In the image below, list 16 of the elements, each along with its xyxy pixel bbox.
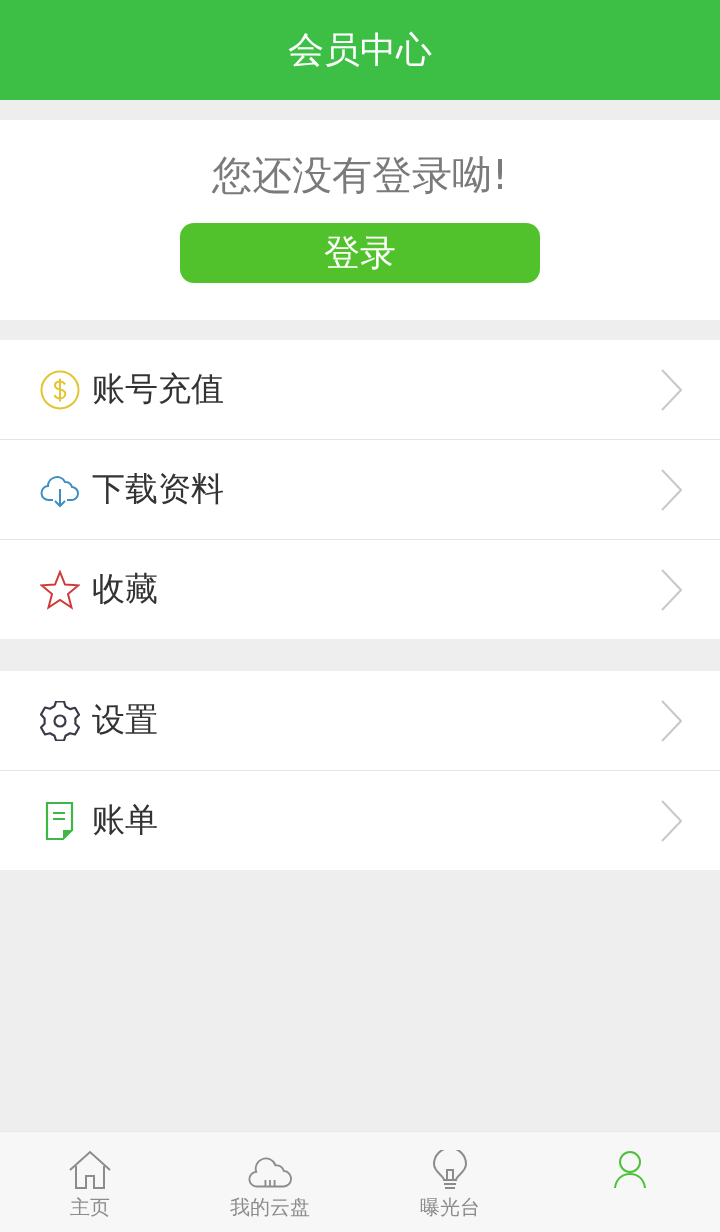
gear-icon bbox=[40, 700, 80, 741]
chevron-right-icon bbox=[660, 568, 682, 611]
page-title: 会员中心 bbox=[288, 27, 432, 72]
menu-item[interactable]: 账单 bbox=[92, 798, 660, 843]
menu-item[interactable]: 账号充值 bbox=[92, 367, 660, 412]
chevron-right-icon bbox=[660, 368, 682, 411]
chevron-right-icon bbox=[660, 468, 682, 511]
menu-item[interactable]: 收藏 bbox=[92, 567, 660, 612]
home-icon bbox=[68, 1150, 112, 1190]
dollar-coin-icon bbox=[40, 369, 80, 410]
star-icon bbox=[40, 569, 80, 610]
login-prompt: 您还没有登录呦! bbox=[211, 151, 508, 200]
chevron-right-icon bbox=[660, 799, 682, 842]
chevron-right-icon bbox=[660, 699, 682, 742]
menu-item[interactable]: 设置 bbox=[92, 698, 660, 743]
menu-item[interactable]: 下载资料 bbox=[92, 467, 660, 512]
